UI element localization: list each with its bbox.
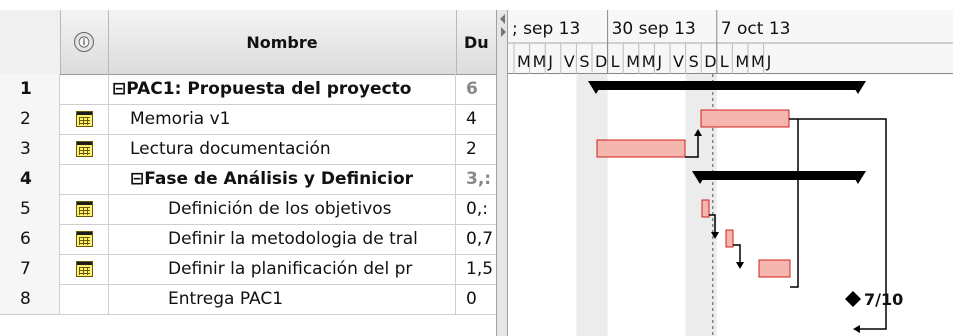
task-name[interactable]: ⊟Fase de Análisis y Definicior xyxy=(108,164,456,194)
task-name[interactable]: Definir la metodologia de tral xyxy=(108,224,456,254)
week-label: ; sep 13 xyxy=(512,19,580,39)
day-label: J xyxy=(766,52,772,71)
info-icon: ⓘ xyxy=(74,32,94,52)
day-label: D xyxy=(704,52,716,71)
day-label: J xyxy=(656,52,662,71)
milestone-diamond[interactable] xyxy=(845,291,861,307)
task-name[interactable]: ⊟PAC1: Propuesta del proyecto xyxy=(108,74,456,104)
gantt-chart: M M J V S D L M M J V S D L M M J; sep 13 30 sep 13 7 oct … xyxy=(508,10,953,336)
table-row[interactable]: 8 Entrega PAC1 0 xyxy=(0,284,496,315)
row-indicator xyxy=(60,134,109,164)
task-bar[interactable] xyxy=(700,109,790,128)
row-indicator xyxy=(60,74,109,104)
row-indicator xyxy=(60,254,109,284)
week-label: 30 sep 13 xyxy=(612,19,696,39)
task-duration[interactable]: 4 xyxy=(456,104,496,134)
task-bar[interactable] xyxy=(596,139,686,158)
header-id[interactable] xyxy=(0,10,61,74)
day-label: J xyxy=(547,52,553,71)
row-id[interactable]: 1 xyxy=(0,74,60,104)
dependency-line xyxy=(790,119,799,288)
day-label: S xyxy=(579,52,589,71)
header-indicators[interactable]: ⓘ xyxy=(60,10,109,74)
window-top-strip xyxy=(0,0,953,10)
table-row[interactable]: 5 Definición de los objetivos 0,: xyxy=(0,194,496,225)
task-duration[interactable]: 3,: xyxy=(456,164,496,194)
table-row[interactable]: 1 ⊟PAC1: Propuesta del proyecto 6 xyxy=(0,74,496,105)
day-label: M xyxy=(626,52,640,71)
task-duration[interactable]: 1,5 xyxy=(456,254,496,284)
calendar-icon xyxy=(75,261,93,277)
table-row[interactable]: 7 Definir la planificación del pr 1,5 xyxy=(0,254,496,285)
table-row[interactable]: 4 ⊟Fase de Análisis y Definicior 3,: xyxy=(0,164,496,195)
task-name[interactable]: Definición de los objetivos xyxy=(108,194,456,224)
day-label: M xyxy=(517,52,531,71)
gantt-svg: M M J V S D L M M J V S D L M M J; sep 13 30 sep 13 7 oct … xyxy=(508,10,953,336)
dependency-line xyxy=(733,244,741,262)
row-indicator xyxy=(60,284,109,314)
task-name[interactable]: Definir la planificación del pr xyxy=(108,254,456,284)
dependency-arrow xyxy=(853,325,860,333)
day-label: D xyxy=(595,52,607,71)
table-header: ⓘ Nombre Du xyxy=(0,10,496,75)
task-duration[interactable]: 0,7 xyxy=(456,224,496,254)
dependency-arrow xyxy=(736,262,744,269)
row-id[interactable]: 4 xyxy=(0,164,60,194)
week-label: 7 oct 13 xyxy=(721,19,791,39)
task-name[interactable]: Lectura documentación xyxy=(108,134,456,164)
row-id[interactable]: 8 xyxy=(0,284,60,314)
day-label: V xyxy=(564,52,575,71)
table-row[interactable]: 2 Memoria v1 4 xyxy=(0,104,496,135)
row-id[interactable]: 6 xyxy=(0,224,60,254)
table-row[interactable]: 3 Lectura documentación 2 xyxy=(0,134,496,165)
pane-splitter[interactable] xyxy=(496,10,508,336)
weekend-shade xyxy=(592,74,608,336)
row-indicator xyxy=(60,224,109,254)
day-label: M xyxy=(751,52,765,71)
task-duration[interactable]: 6 xyxy=(456,74,496,104)
calendar-icon xyxy=(75,141,93,157)
calendar-icon xyxy=(75,231,93,247)
header-duration[interactable]: Du xyxy=(456,10,496,74)
row-indicator xyxy=(60,194,109,224)
row-indicator xyxy=(60,104,109,134)
day-label: M xyxy=(642,52,656,71)
task-name[interactable]: Memoria v1 xyxy=(108,104,456,134)
day-label: V xyxy=(673,52,684,71)
task-bar[interactable] xyxy=(758,259,791,278)
day-label: M xyxy=(533,52,547,71)
milestone-label: 7/10 xyxy=(864,290,903,309)
day-label: M xyxy=(735,52,749,71)
day-label: L xyxy=(720,52,729,71)
task-duration[interactable]: 2 xyxy=(456,134,496,164)
calendar-icon xyxy=(75,111,93,127)
task-table: ⓘ Nombre Du 1 ⊟PAC1: Propuesta del proyec… xyxy=(0,10,496,336)
table-row[interactable]: 6 Definir la metodologia de tral 0,7 xyxy=(0,224,496,255)
row-id[interactable]: 7 xyxy=(0,254,60,284)
task-name[interactable]: Entrega PAC1 xyxy=(108,284,456,314)
row-id[interactable]: 2 xyxy=(0,104,60,134)
row-id[interactable]: 3 xyxy=(0,134,60,164)
task-bar[interactable] xyxy=(701,199,710,218)
task-duration[interactable]: 0 xyxy=(456,284,496,314)
weekend-shade xyxy=(685,74,702,336)
weekend-shade xyxy=(576,74,592,336)
row-indicator xyxy=(60,164,109,194)
summary-bar[interactable] xyxy=(700,171,858,180)
day-label: L xyxy=(611,52,620,71)
day-label: S xyxy=(689,52,699,71)
header-name[interactable]: Nombre xyxy=(108,10,457,74)
task-bar[interactable] xyxy=(725,229,734,248)
task-duration[interactable]: 0,: xyxy=(456,194,496,224)
row-id[interactable]: 5 xyxy=(0,194,60,224)
summary-bar[interactable] xyxy=(596,81,858,90)
calendar-icon xyxy=(75,201,93,217)
